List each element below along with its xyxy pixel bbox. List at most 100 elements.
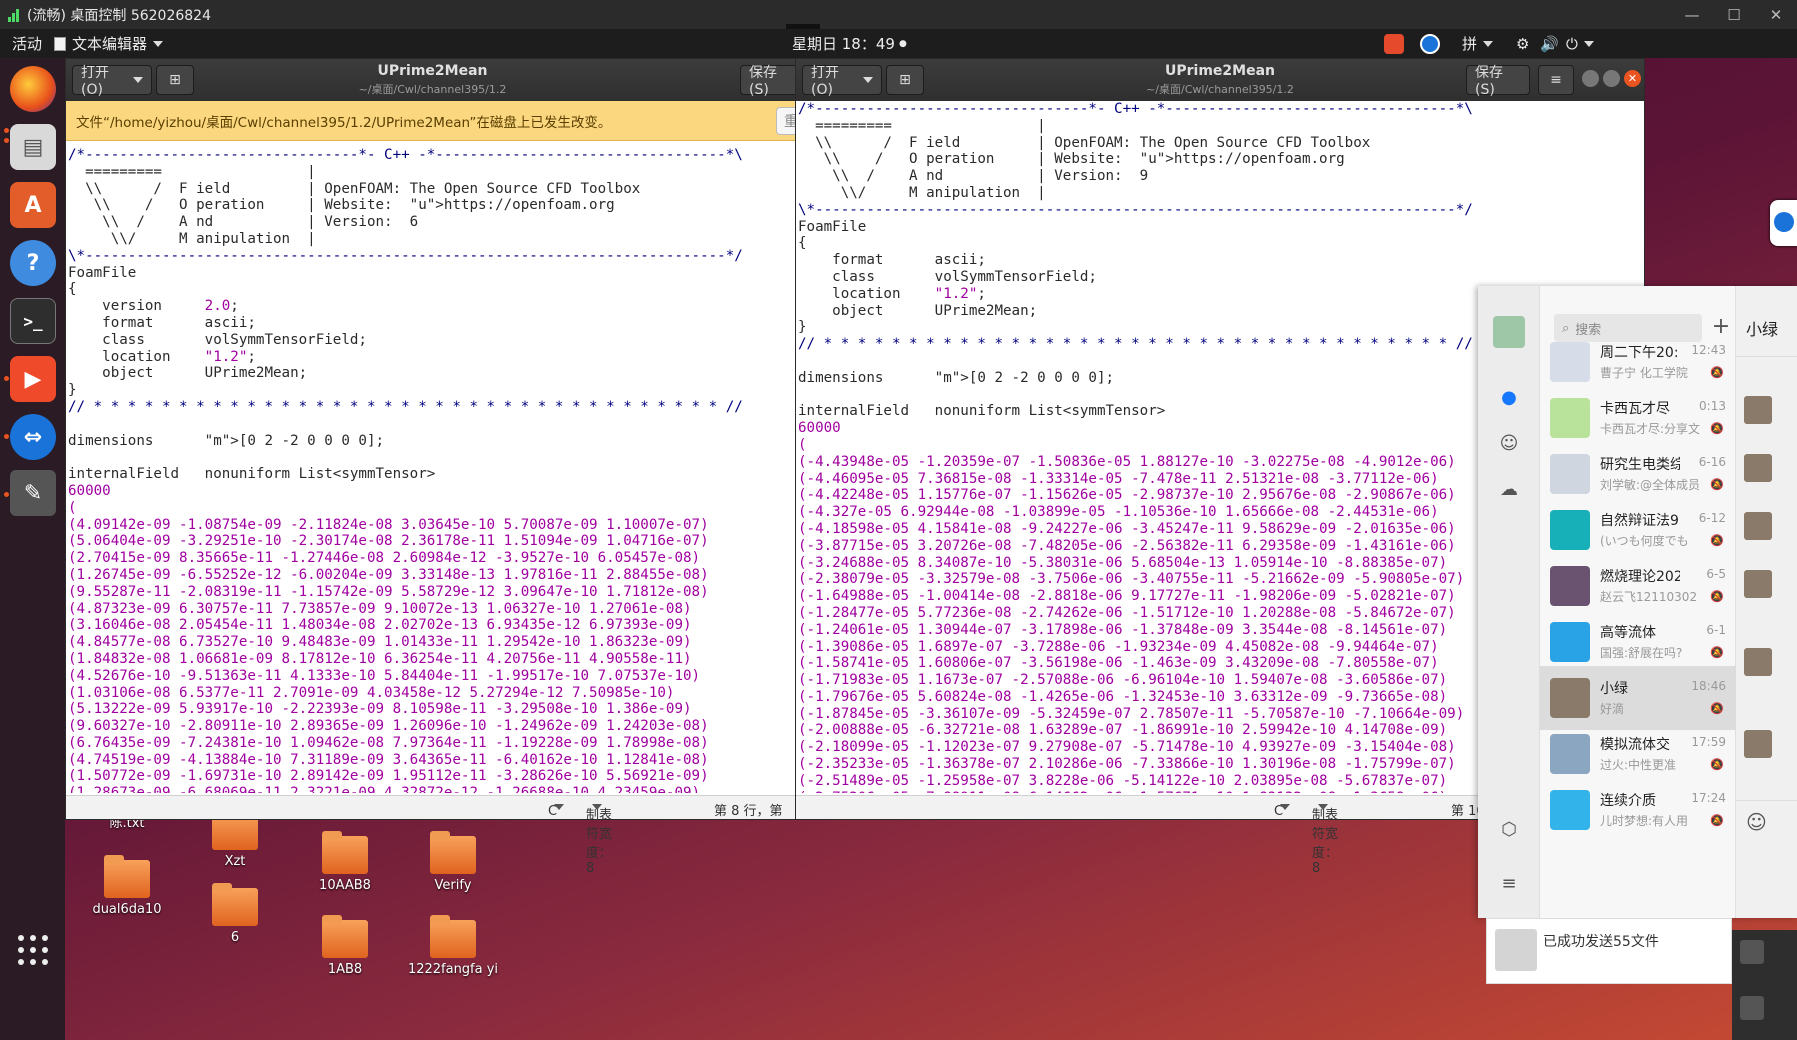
clock[interactable]: 星期日 18：49 ●: [792, 29, 907, 58]
conversation-preview: 国强:舒展在吗?: [1600, 646, 1683, 660]
conversation-preview: 好滴: [1600, 702, 1625, 716]
conversation-item[interactable]: 研究生电类综 6-16 刘学敏:@全体成员 🔕: [1540, 442, 1736, 506]
desktop-folder[interactable]: 1AB8: [290, 915, 400, 977]
code-line: dimensions "m">[0 2 -2 0 0 0 0];: [68, 432, 385, 449]
window-title: UPrime2Mean: [377, 63, 488, 79]
chat-avatar: [1744, 454, 1772, 482]
app-menu[interactable]: 文本编辑器: [54, 29, 164, 58]
conversation-time: 6-16: [1698, 455, 1726, 469]
folder-icon: [322, 831, 368, 874]
conversation-avatar: [1550, 734, 1590, 774]
notification-action-icon[interactable]: [1740, 996, 1764, 1020]
code-line: (4.09142e-09 -1.08754e-09 -2.11824e-08 3…: [68, 516, 709, 533]
desktop-folder[interactable]: dual6da10: [72, 855, 182, 917]
conversation-preview: 刘学敏:@全体成员: [1600, 478, 1700, 492]
conversation-preview: 过火:中性更准: [1600, 758, 1677, 772]
code-line: \\ / A nd | Version: 6: [68, 214, 419, 231]
more-menu-icon[interactable]: ≡: [1496, 870, 1522, 896]
conversation-item[interactable]: 卡西瓦才尽 0:13 卡西瓦才尽:分享文件 🔕: [1540, 386, 1736, 450]
conversation-name: 连续介质: [1600, 793, 1656, 809]
window-close-icon[interactable]: ✕: [1624, 70, 1641, 87]
code-line: /*--------------------------------*- C++…: [68, 147, 743, 163]
my-avatar[interactable]: [1493, 316, 1525, 348]
contacts-icon[interactable]: ☺: [1496, 430, 1522, 456]
code-line: \\/ M anipulation |: [68, 230, 316, 247]
conversation-item[interactable]: 模拟流体交 17:59 过火:中性更准 🔕: [1540, 722, 1736, 786]
conversation-time: 6-12: [1698, 511, 1726, 525]
conversation-avatar: [1550, 566, 1590, 606]
conversation-avatar: [1550, 454, 1590, 494]
minimize-button[interactable]: —: [1671, 0, 1713, 29]
conversation-preview: 儿时梦想:有人用: [1600, 814, 1689, 828]
mini-program-icon[interactable]: ⬡: [1496, 816, 1522, 842]
desktop-folder[interactable]: 10AAB8: [290, 831, 400, 893]
conversation-item[interactable]: 燃烧理论2022 6-5 赵云飞12110302 🔕: [1540, 554, 1736, 618]
chat-avatar: [1744, 648, 1772, 676]
power-icon[interactable]: ⏻: [1566, 29, 1594, 58]
maximize-button[interactable]: ☐: [1713, 0, 1755, 29]
network-icon[interactable]: ⚙: [1516, 29, 1529, 58]
code-line: (4.84577e-08 6.73527e-10 9.48483e-09 1.0…: [68, 634, 692, 651]
remote-control-bar: (流畅) 桌面控制 562026824 — ☐ ✕: [0, 0, 1797, 29]
show-applications-icon[interactable]: [18, 935, 48, 965]
conversation-avatar: [1550, 622, 1590, 662]
mute-icon: 🔕: [1710, 534, 1724, 547]
input-method-label: 拼: [1462, 35, 1478, 53]
chat-header-name: 小绿: [1746, 320, 1779, 339]
notification-toast[interactable]: 已成功发送55文件: [1486, 918, 1732, 984]
remote-app-icon[interactable]: ▶: [10, 356, 56, 402]
teamviewer-tray-icon[interactable]: [1420, 29, 1440, 58]
desktop-folder[interactable]: Verify: [398, 831, 508, 893]
header-bar: 打开(O) ⊞ UPrime2Mean ~/桌面/Cwl/channel395/…: [66, 59, 804, 101]
activities-button[interactable]: 活动: [12, 29, 42, 58]
chat-icon[interactable]: ●: [1496, 384, 1522, 410]
conversation-item[interactable]: 连续介质 17:24 儿时梦想:有人用 🔕: [1540, 778, 1736, 842]
desktop-folder[interactable]: Xzt: [180, 807, 290, 869]
desktop-folder[interactable]: 1222fangfa yi: [398, 915, 508, 977]
code-line: (: [68, 499, 77, 516]
signal-icon: [8, 8, 19, 22]
software-center-icon[interactable]: A: [10, 182, 56, 228]
code-line: \*--------------------------------------…: [68, 247, 743, 264]
notification-action-icon[interactable]: [1740, 940, 1764, 964]
close-button[interactable]: ✕: [1755, 0, 1797, 29]
code-editor[interactable]: /*--------------------------------*- C++…: [68, 147, 798, 793]
code-line: FoamFile: [68, 264, 137, 281]
conversation-item[interactable]: 自然辩证法9 6-12 (いつも何度でも 🔕: [1540, 498, 1736, 562]
code-line: (1.28673e-09 -6.68069e-11 2.3221e-09 4.3…: [68, 785, 798, 793]
files-icon[interactable]: ▤: [10, 124, 56, 170]
conversation-item[interactable]: 周二下午20: 12:43 曹子宁 化工学院 🔕: [1540, 330, 1736, 394]
wechat-window[interactable]: ● ☺ ☁ ⬡ ≡ ⌕ 搜索 + 周二下午20: 12:43 曹子宁 化工学院 🔕 卡西瓦…: [1478, 286, 1797, 918]
clock-label: 星期日 18：49: [792, 35, 895, 53]
teamviewer-edge-handle[interactable]: [1770, 200, 1797, 246]
conversation-item[interactable]: 小绿 18:46 好滴 🔕: [1540, 666, 1736, 730]
conversation-item[interactable]: 高等流体 6-1 国强:舒展在吗? 🔕: [1540, 610, 1736, 674]
conversation-name: 高等流体: [1600, 625, 1656, 641]
tray-app-icon[interactable]: [1384, 29, 1404, 58]
conversation-name: 燃烧理论2022: [1600, 569, 1680, 585]
folder-icon: [430, 831, 476, 874]
cloud-icon[interactable]: ☁: [1496, 476, 1522, 502]
code-line: ========= |: [798, 117, 1046, 134]
help-icon[interactable]: ?: [10, 240, 56, 286]
conversation-name: 卡西瓦才尽: [1600, 401, 1670, 417]
window-minimize-icon[interactable]: [1582, 70, 1599, 87]
code-line: location "1.2";: [68, 348, 256, 365]
firefox-icon[interactable]: [10, 66, 56, 112]
window-maximize-icon[interactable]: [1603, 70, 1620, 87]
code-line: \*--------------------------------------…: [798, 201, 1473, 218]
volume-icon[interactable]: 🔊: [1540, 29, 1559, 58]
hamburger-menu-button[interactable]: ≡: [1538, 65, 1574, 95]
text-editor-dock-icon[interactable]: ✎: [10, 470, 56, 516]
terminal-icon[interactable]: >_: [10, 298, 56, 344]
conversation-preview: 卡西瓦才尽:分享文件: [1600, 422, 1700, 436]
save-button[interactable]: 保存(S): [1466, 65, 1530, 98]
editor-window-left[interactable]: 打开(O) ⊞ UPrime2Mean ~/桌面/Cwl/channel395/…: [65, 58, 806, 876]
input-method-indicator[interactable]: 拼: [1462, 29, 1494, 58]
conversation-time: 17:24: [1691, 791, 1726, 805]
status-bar: C 制表符宽度：8 第 8 行，第: [66, 795, 799, 876]
emoji-icon[interactable]: ☺: [1746, 810, 1767, 834]
desktop-folder[interactable]: 6: [180, 883, 290, 945]
teamviewer-icon[interactable]: ⇔: [10, 414, 56, 460]
